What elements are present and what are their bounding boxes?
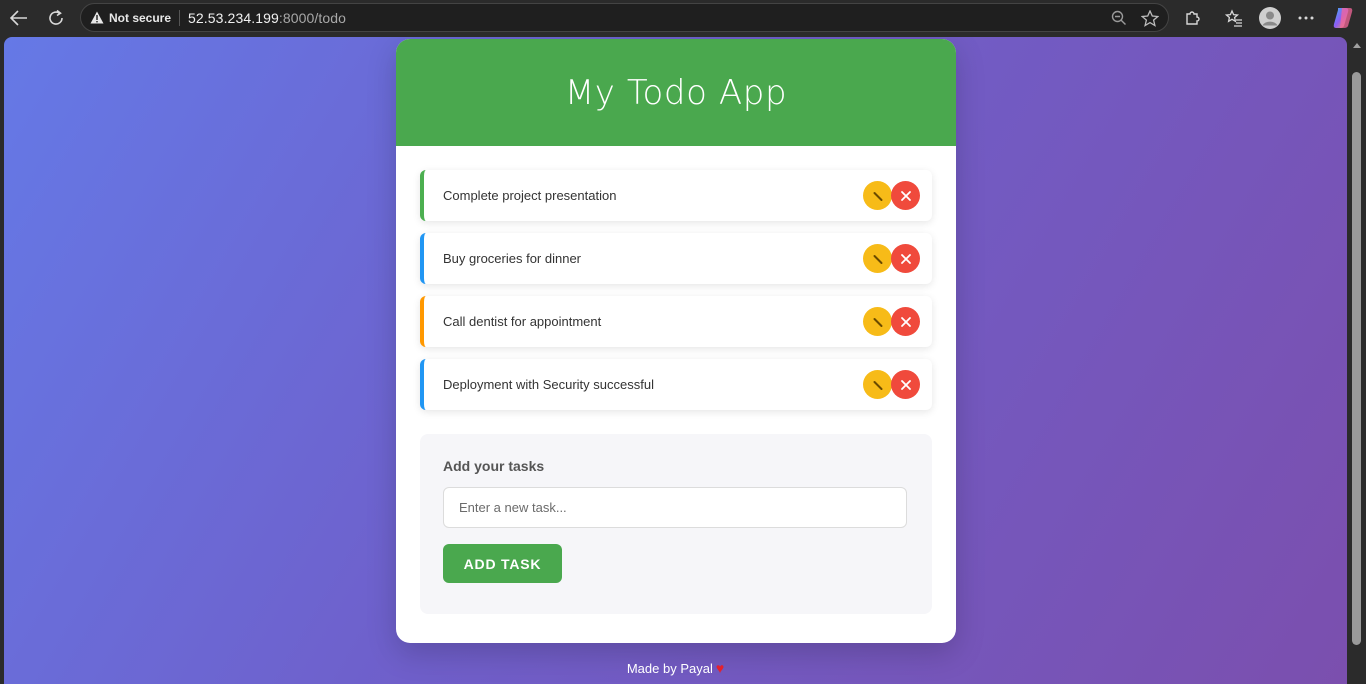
url-path: :8000/todo bbox=[278, 9, 347, 26]
scroll-up-arrow-icon[interactable] bbox=[1353, 43, 1361, 48]
task-actions bbox=[863, 244, 920, 273]
app-title: My Todo App bbox=[564, 72, 788, 113]
extensions-button[interactable] bbox=[1180, 5, 1206, 31]
puzzle-icon bbox=[1186, 11, 1200, 25]
avatar-icon bbox=[1259, 7, 1281, 29]
task-item: Deployment with Security successful bbox=[420, 359, 932, 410]
scroll-thumb[interactable] bbox=[1352, 72, 1361, 645]
edit-task-button[interactable] bbox=[863, 181, 892, 210]
security-indicator[interactable]: Not secure bbox=[90, 11, 171, 25]
card-header: My Todo App bbox=[396, 39, 956, 146]
pencil-icon bbox=[873, 191, 882, 201]
reload-icon bbox=[49, 9, 63, 25]
delete-task-button[interactable] bbox=[891, 244, 920, 273]
close-icon bbox=[900, 379, 911, 390]
more-dots-icon bbox=[1298, 16, 1314, 20]
footer: Made by Payal ♥ bbox=[4, 660, 1347, 676]
footer-text: Made by Payal bbox=[626, 660, 713, 676]
page-viewport: My Todo App Complete project presentatio… bbox=[4, 37, 1347, 684]
edit-task-button[interactable] bbox=[863, 244, 892, 273]
task-actions bbox=[863, 370, 920, 399]
new-task-input[interactable] bbox=[443, 487, 907, 528]
pencil-icon bbox=[873, 380, 882, 390]
heart-icon: ♥ bbox=[715, 660, 725, 676]
more-menu-button[interactable] bbox=[1293, 5, 1319, 31]
task-text: Complete project presentation bbox=[443, 188, 617, 203]
edit-task-button[interactable] bbox=[863, 307, 892, 336]
not-secure-label: Not secure bbox=[109, 10, 172, 25]
delete-task-button[interactable] bbox=[891, 370, 920, 399]
pencil-icon bbox=[873, 254, 882, 264]
favorites-button[interactable] bbox=[1221, 5, 1247, 31]
task-item: Complete project presentation bbox=[420, 170, 932, 221]
zoom-icon[interactable] bbox=[1108, 7, 1130, 29]
url-host: 52.53.234.199 bbox=[188, 9, 279, 26]
copilot-button[interactable] bbox=[1330, 5, 1356, 31]
url-text[interactable]: 52.53.234.199:8000/todo bbox=[188, 10, 346, 26]
url-separator bbox=[179, 9, 181, 26]
reload-button[interactable] bbox=[43, 5, 69, 31]
browser-toolbar: Not secure 52.53.234.199:8000/todo bbox=[0, 0, 1366, 36]
close-icon bbox=[900, 253, 911, 264]
edit-task-button[interactable] bbox=[863, 370, 892, 399]
back-button[interactable] bbox=[6, 5, 32, 31]
add-task-button[interactable]: ADD TASK bbox=[443, 544, 562, 583]
favorites-list-icon bbox=[1225, 9, 1242, 27]
add-task-label: Add your tasks bbox=[443, 458, 545, 474]
delete-task-button[interactable] bbox=[891, 307, 920, 336]
task-item: Buy groceries for dinner bbox=[420, 233, 932, 284]
todo-card: My Todo App Complete project presentatio… bbox=[396, 39, 956, 643]
back-arrow-icon bbox=[10, 10, 27, 26]
warning-icon bbox=[90, 11, 104, 24]
task-text: Deployment with Security successful bbox=[443, 377, 654, 392]
address-bar[interactable]: Not secure 52.53.234.199:8000/todo bbox=[80, 3, 1169, 32]
task-list: Complete project presentation Buy grocer… bbox=[396, 146, 956, 410]
task-actions bbox=[863, 181, 920, 210]
delete-task-button[interactable] bbox=[891, 181, 920, 210]
profile-button[interactable] bbox=[1257, 5, 1283, 31]
copilot-icon bbox=[1333, 8, 1353, 28]
pencil-icon bbox=[873, 317, 882, 327]
task-text: Buy groceries for dinner bbox=[443, 251, 582, 266]
task-item: Call dentist for appointment bbox=[420, 296, 932, 347]
vertical-scrollbar[interactable] bbox=[1348, 37, 1366, 684]
task-text: Call dentist for appointment bbox=[443, 314, 602, 329]
close-icon bbox=[900, 316, 911, 327]
task-actions bbox=[863, 307, 920, 336]
add-task-section: Add your tasks ADD TASK bbox=[420, 434, 932, 614]
favorite-star-icon[interactable] bbox=[1139, 7, 1161, 29]
close-icon bbox=[900, 190, 911, 201]
